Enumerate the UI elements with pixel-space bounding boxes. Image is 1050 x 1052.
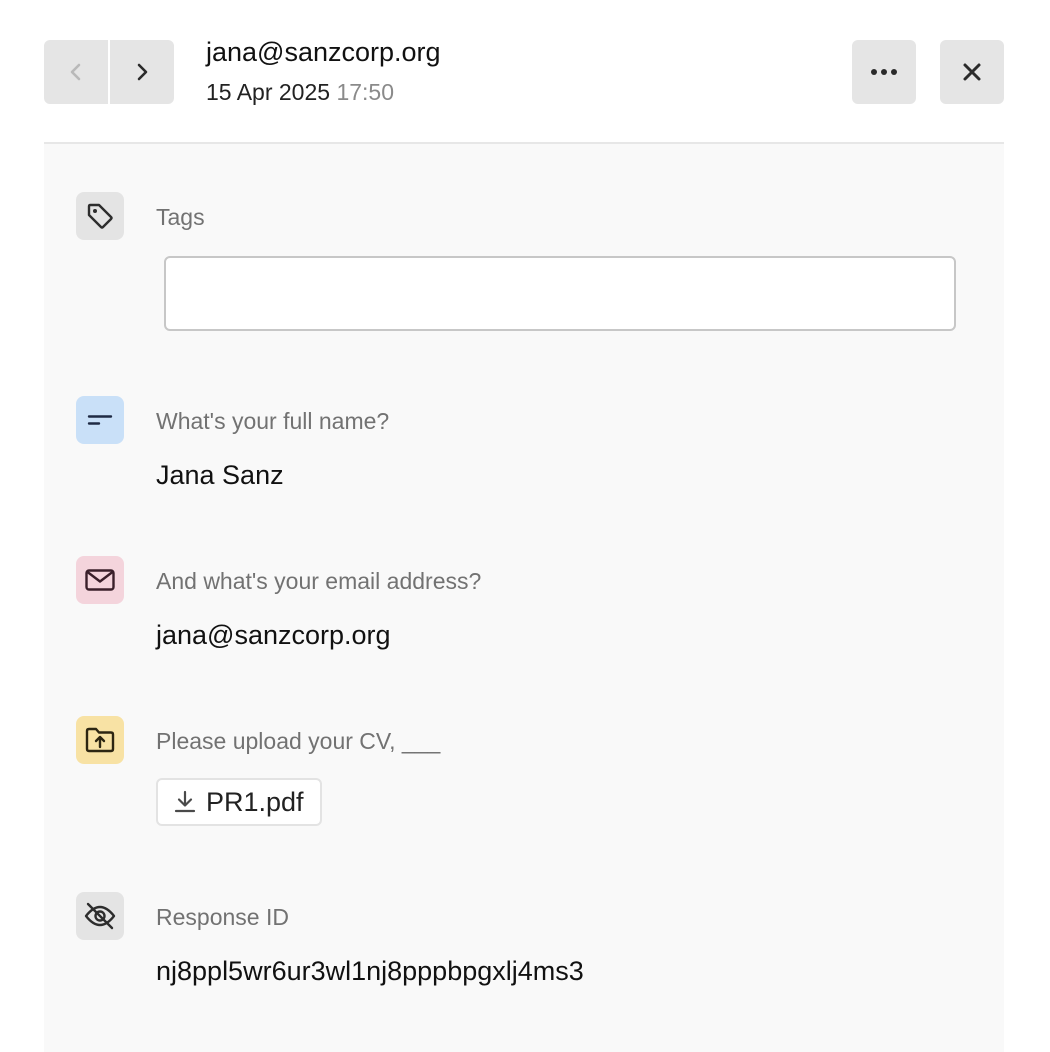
more-horizontal-icon	[871, 69, 897, 75]
eye-off-icon	[84, 902, 116, 930]
tags-label: Tags	[156, 204, 205, 230]
tags-icon-badge	[76, 192, 124, 240]
download-icon	[174, 790, 196, 813]
response-id-value: nj8ppl5wr6ur3wl1nj8pppbpgxlj4ms3	[156, 956, 584, 986]
folder-upload-icon-badge	[76, 716, 124, 764]
chevron-right-icon	[137, 63, 148, 81]
submission-date: 15 Apr 2025	[206, 79, 331, 105]
pagination-controls	[44, 40, 174, 104]
close-button[interactable]	[940, 40, 1004, 104]
mail-icon	[85, 569, 115, 591]
full-name-field: What's your full name? Jana Sanz	[44, 396, 1004, 506]
response-header: jana@sanzcorp.org 15 Apr 2025 17:50	[44, 0, 1004, 143]
tags-field: Tags	[44, 192, 1004, 332]
eye-off-icon-badge	[76, 892, 124, 940]
cv-file-download-button[interactable]: PR1.pdf	[156, 778, 322, 826]
previous-response-button[interactable]	[44, 40, 108, 104]
folder-upload-icon	[85, 727, 115, 753]
response-id-field: Response ID nj8ppl5wr6ur3wl1nj8pppbpgxlj…	[44, 892, 1004, 1002]
respondent-email: jana@sanzcorp.org	[206, 37, 441, 67]
chevron-left-icon	[70, 63, 81, 81]
tag-icon	[87, 203, 113, 229]
short-text-icon	[87, 415, 113, 425]
submission-timestamp: 15 Apr 2025 17:50	[206, 78, 441, 106]
submission-time: 17:50	[336, 79, 395, 105]
close-icon	[963, 63, 981, 81]
email-address-field: And what's your email address? jana@sanz…	[44, 556, 1004, 666]
cv-file-name: PR1.pdf	[206, 786, 304, 817]
response-details-panel: Tags What's your full name? Jana Sanz An…	[44, 144, 1004, 1052]
tags-input[interactable]	[164, 256, 956, 331]
response-meta: jana@sanzcorp.org 15 Apr 2025 17:50	[206, 36, 441, 106]
response-id-label: Response ID	[156, 904, 289, 930]
full-name-answer: Jana Sanz	[156, 460, 284, 490]
cv-upload-field: Please upload your CV, ___ PR1.pdf	[44, 716, 1004, 836]
full-name-question: What's your full name?	[156, 408, 390, 434]
email-question: And what's your email address?	[156, 568, 482, 594]
cv-question: Please upload your CV, ___	[156, 728, 441, 754]
more-options-button[interactable]	[852, 40, 916, 104]
email-answer: jana@sanzcorp.org	[156, 620, 391, 650]
mail-icon-badge	[76, 556, 124, 604]
next-response-button[interactable]	[110, 40, 174, 104]
short-text-icon-badge	[76, 396, 124, 444]
